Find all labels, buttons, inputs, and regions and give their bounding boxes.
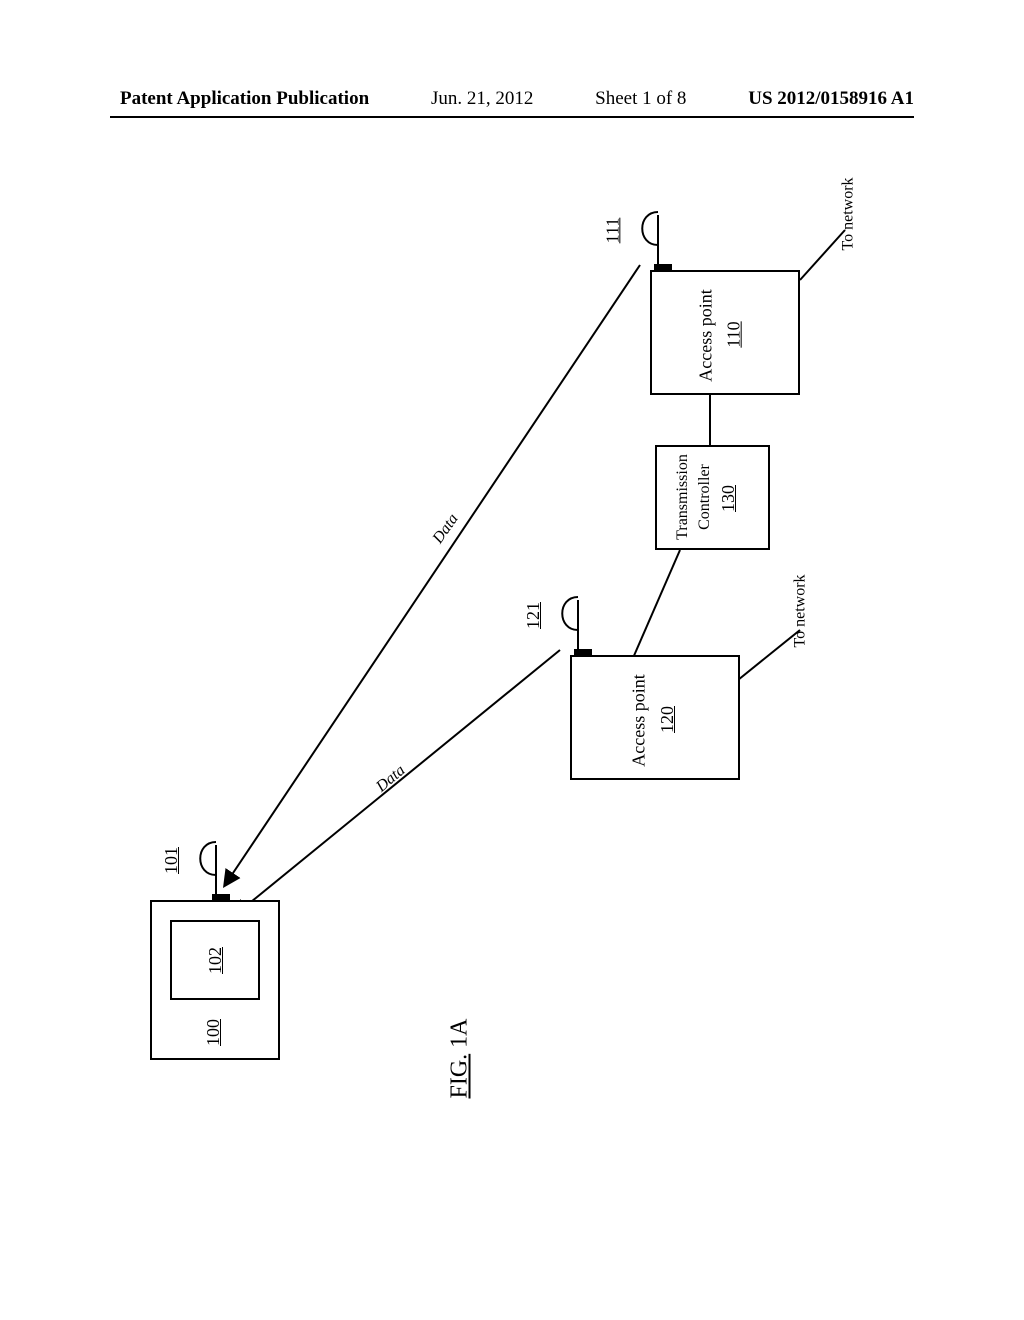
- figure-label-fig: FIG.: [447, 1054, 473, 1099]
- ref-121: 121: [523, 602, 544, 629]
- ctrl-label-b: Controller: [696, 464, 714, 530]
- ap2-network: To network: [792, 574, 810, 647]
- header-publication: Patent Application Publication: [120, 88, 369, 110]
- access-point-2: [570, 655, 740, 780]
- ap2-label: Access point: [629, 674, 650, 766]
- header-number: US 2012/0158916 A1: [748, 88, 914, 110]
- figure-label: FIG. 1A: [447, 1018, 474, 1098]
- ref-100: 100: [203, 1019, 224, 1046]
- device-inner-box: 102: [170, 920, 260, 1000]
- figure-label-num: 1A: [447, 1018, 473, 1047]
- header-sheet: Sheet 1 of 8: [595, 88, 686, 110]
- ap1-network: To network: [840, 177, 858, 250]
- ctrl-label-a: Transmission: [674, 454, 692, 540]
- ap1-label: Access point: [696, 289, 717, 381]
- ref-111: 111: [602, 218, 623, 244]
- ref-101: 101: [161, 847, 182, 874]
- page-header: Patent Application Publication Jun. 21, …: [0, 88, 1024, 110]
- header-date: Jun. 21, 2012: [431, 88, 533, 110]
- ref-102: 102: [205, 947, 226, 974]
- figure-1a: 102 100 101 Access point 110 111 To netw…: [120, 150, 910, 1190]
- ref-110: 110: [724, 321, 745, 347]
- ref-120: 120: [657, 706, 678, 733]
- ref-130: 130: [718, 485, 739, 512]
- header-rule: [110, 116, 914, 118]
